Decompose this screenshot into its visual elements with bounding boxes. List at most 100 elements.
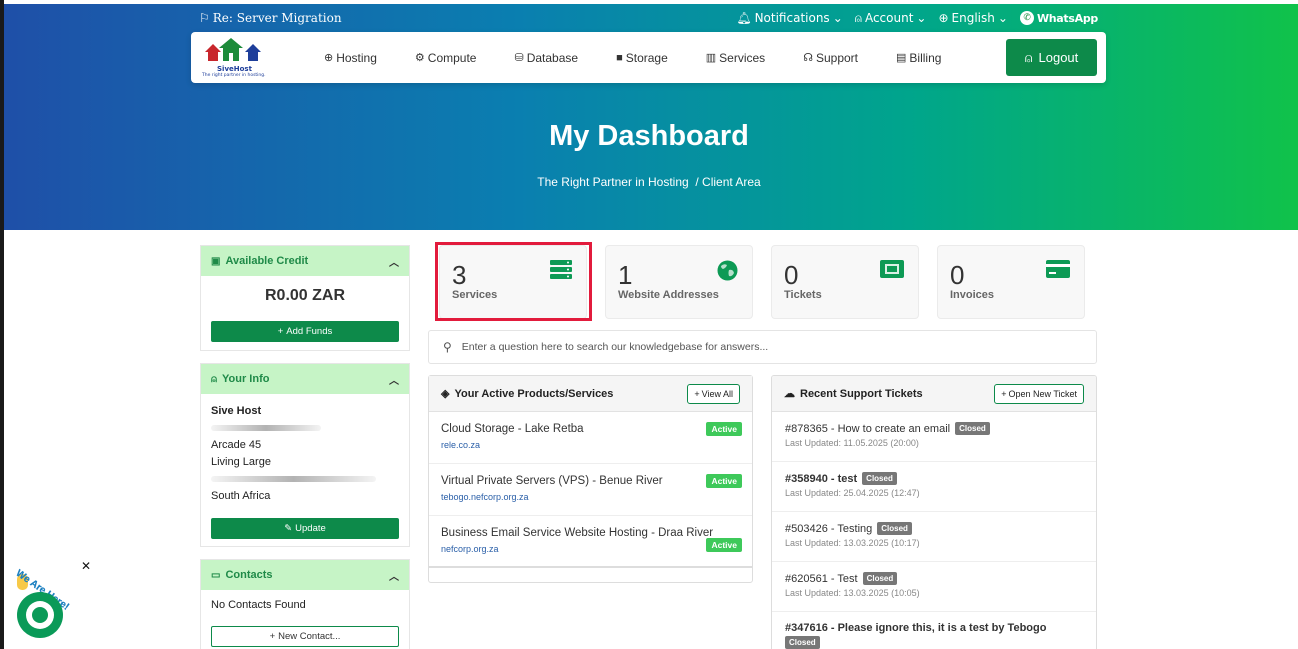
- logout-button[interactable]: ⍝ Logout: [1006, 39, 1097, 76]
- stat-website-addresses[interactable]: 1 Website Addresses: [605, 245, 753, 319]
- ticket-row[interactable]: #358940 - test Closed Last Updated: 25.04…: [772, 462, 1096, 512]
- user-icon: ⍝: [211, 373, 217, 385]
- client-name: Sive Host: [211, 405, 262, 417]
- notifications-menu[interactable]: 🔔︎ Notifications ⌄: [736, 11, 842, 25]
- nav-support[interactable]: ☊ Support: [803, 51, 858, 65]
- plus-icon: +: [277, 326, 284, 337]
- money-icon: ▣: [211, 255, 221, 267]
- ticket-row[interactable]: #620561 - Test Closed Last Updated: 13.03…: [772, 562, 1096, 612]
- whatsapp-icon: ✆: [1019, 11, 1034, 25]
- ticket-title: #878365 - How to create an email: [785, 422, 951, 435]
- stat-label: Website Addresses: [618, 289, 719, 301]
- globe-icon: ⊕: [324, 52, 334, 64]
- plus-icon: +: [1001, 388, 1007, 399]
- user-icon: ⍝: [1024, 49, 1033, 65]
- ticket-row[interactable]: #503426 - Testing Closed Last Updated: 13…: [772, 512, 1096, 562]
- account-menu[interactable]: ⍝ Account ⌄: [855, 11, 927, 26]
- account-label: Account: [864, 11, 914, 25]
- stat-label: Invoices: [950, 289, 995, 301]
- nav-label: Storage: [625, 50, 668, 65]
- site-logo[interactable]: SiveHost The right partner in hosting.: [201, 36, 276, 80]
- ticket-title: #358940 - test: [785, 472, 858, 485]
- card-header: ◈ Your Active Products/Services + View A…: [429, 376, 752, 412]
- product-domain[interactable]: rele.co.za: [441, 440, 740, 450]
- ticket-updated: Last Updated: 13.03.2025 (10:17): [785, 538, 920, 548]
- status-badge: Closed: [785, 636, 820, 649]
- nav-hosting[interactable]: ⊕ Hosting: [324, 51, 377, 65]
- product-row[interactable]: Cloud Storage - Lake Retba rele.co.za Ac…: [429, 412, 752, 464]
- redacted-line: [211, 420, 399, 437]
- product-row[interactable]: Virtual Private Servers (VPS) - Benue Ri…: [429, 464, 752, 516]
- whatsapp-label: WhatsApp: [1036, 11, 1098, 25]
- panel-header[interactable]: ▣ Available Credit ︿: [201, 246, 409, 276]
- country: South Africa: [211, 490, 271, 502]
- logout-label: Logout: [1038, 50, 1079, 65]
- main-navbar: SiveHost The right partner in hosting. ⊕…: [191, 32, 1106, 83]
- ticket-title: #347616 - Please ignore this, it is a te…: [785, 622, 1047, 634]
- chevron-down-icon: ⌄: [997, 11, 1008, 25]
- ticket-row[interactable]: #878365 - How to create an email Closed L…: [772, 412, 1096, 462]
- open-new-ticket-button[interactable]: + Open New Ticket: [994, 383, 1084, 404]
- knowledgebase-search-input[interactable]: ⚲ Enter a question here to search our kn…: [428, 330, 1097, 364]
- receipt-icon: ▤: [896, 52, 907, 64]
- add-funds-button[interactable]: + Add Funds: [211, 321, 399, 342]
- your-info-panel: ⍝ Your Info ︿ Sive Host Arcade 45 Living…: [200, 363, 410, 547]
- panel-title: Contacts: [225, 569, 273, 581]
- cube-icon: ◈: [441, 388, 450, 400]
- card-title: Recent Support Tickets: [800, 387, 923, 400]
- breadcrumb-home[interactable]: The Right Partner in Hosting: [537, 175, 688, 189]
- stat-invoices[interactable]: 0 Invoices: [937, 245, 1085, 319]
- ticket-row[interactable]: #347616 - Please ignore this, it is a te…: [772, 612, 1096, 649]
- recent-tickets-card: ☁ Recent Support Tickets + Open New Tick…: [771, 375, 1097, 649]
- product-domain[interactable]: tebogo.nefcorp.org.za: [441, 492, 740, 502]
- address-line: Living Large: [211, 456, 271, 468]
- chevron-up-icon[interactable]: ︿: [389, 254, 399, 269]
- nav-storage[interactable]: ■ Storage: [616, 51, 668, 65]
- comments-icon: ☁: [784, 388, 795, 400]
- language-menu[interactable]: ⊕ English ⌄: [938, 11, 1007, 25]
- chevron-up-icon[interactable]: ︿: [389, 568, 399, 583]
- top-bar: ⚐ Re: Server Migration 🔔︎ Notifications …: [199, 9, 1098, 27]
- nav-billing[interactable]: ▤ Billing: [896, 51, 941, 65]
- credit-amount: R0.00 ZAR: [264, 287, 346, 304]
- view-all-button[interactable]: + View All: [687, 383, 740, 404]
- product-row[interactable]: Business Email Service Website Hosting -…: [429, 516, 752, 568]
- close-icon[interactable]: ✕: [81, 559, 91, 573]
- button-label: New Contact...: [278, 631, 341, 642]
- nav-services[interactable]: ▥ Services: [706, 51, 765, 65]
- status-badge: Closed: [877, 522, 912, 535]
- globe-icon: ⊕: [938, 11, 949, 25]
- flag-icon: ⚐: [199, 11, 210, 25]
- nav-database[interactable]: ⛁ Database: [514, 51, 578, 65]
- new-contact-button[interactable]: + New Contact...: [211, 626, 399, 647]
- nav-label: Compute: [427, 50, 477, 65]
- chevron-down-icon: ⌄: [916, 11, 927, 25]
- nav-label: Billing: [909, 50, 942, 65]
- product-domain[interactable]: nefcorp.org.za: [441, 544, 740, 554]
- panel-header[interactable]: ⍝ Your Info ︿: [201, 364, 409, 394]
- chat-widget-button[interactable]: [17, 592, 63, 638]
- announcement-link[interactable]: ⚐ Re: Server Migration: [199, 11, 342, 25]
- whatsapp-link[interactable]: ✆ WhatsApp: [1019, 11, 1098, 25]
- pencil-icon: ✎: [284, 523, 293, 534]
- stat-number: 0: [784, 260, 799, 290]
- status-badge: Closed: [862, 472, 897, 485]
- nav-label: Support: [815, 50, 858, 65]
- redacted-line: [211, 471, 399, 488]
- nav-menu: ⊕ Hosting ⚙ Compute ⛁ Database ■ Storage ▥ Se…: [324, 51, 979, 65]
- plus-icon: +: [269, 631, 276, 642]
- button-label: Add Funds: [286, 326, 333, 337]
- button-label: Open New Ticket: [1008, 388, 1077, 399]
- chevron-up-icon[interactable]: ︿: [389, 372, 399, 387]
- no-contacts-text: No Contacts Found: [211, 599, 306, 611]
- stat-tickets[interactable]: 0 Tickets: [771, 245, 919, 319]
- breadcrumb-current: Client Area: [702, 175, 761, 189]
- panel-header[interactable]: ▭ Contacts ︿: [201, 560, 409, 590]
- panel-title: Available Credit: [225, 255, 309, 267]
- update-button[interactable]: ✎ Update: [211, 518, 399, 539]
- button-label: Update: [295, 523, 326, 534]
- nav-compute[interactable]: ⚙ Compute: [415, 51, 477, 65]
- breadcrumb-separator: /: [695, 175, 699, 189]
- notifications-label: Notifications: [754, 11, 830, 25]
- status-badge: Active: [706, 474, 742, 488]
